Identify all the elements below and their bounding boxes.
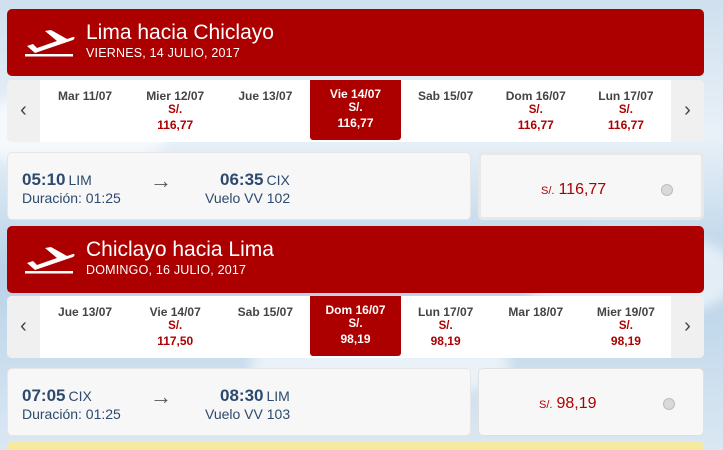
chevron-right-icon[interactable]: › xyxy=(671,296,704,358)
day-price: 116,77 xyxy=(157,118,194,132)
day-label: Vie 14/07 xyxy=(329,87,382,101)
day-option[interactable]: Mier 19/07 S/. 98,19 xyxy=(581,296,671,358)
departure: 05:10 LIM xyxy=(22,170,92,190)
arrival-code: CIX xyxy=(266,172,290,188)
fare-value: 98,19 xyxy=(556,395,597,412)
fare-radio[interactable] xyxy=(661,184,673,196)
day-currency: S/. xyxy=(168,104,183,116)
departure-time: 05:10 xyxy=(22,170,66,189)
outbound-flight-card[interactable]: 05:10 LIM Duración: 01:25 → 06:35 CIX Vuel… xyxy=(7,152,471,220)
arrow-right-icon: → xyxy=(150,168,172,193)
day-label: Sab 15/07 xyxy=(417,89,474,103)
flight-number: Vuelo VV 103 xyxy=(205,406,291,422)
arrival: 06:35 CIX xyxy=(220,170,290,190)
outbound-day-list: Mar 11/07 Mier 12/07 S/. 116,77 Jue 13/0… xyxy=(40,80,671,142)
day-option[interactable]: Sab 15/07 xyxy=(401,80,491,142)
day-currency: S/. xyxy=(618,104,633,116)
chevron-left-icon[interactable]: ‹ xyxy=(7,296,40,358)
day-currency: S/. xyxy=(528,104,543,116)
flight-duration: Duración: 01:25 xyxy=(22,406,121,422)
arrival-time: 08:30 xyxy=(220,386,264,405)
day-currency: S/. xyxy=(618,320,633,332)
day-label: Mier 12/07 xyxy=(146,89,205,103)
fare-currency: S/. xyxy=(541,185,555,197)
day-option[interactable]: Dom 16/07 S/. 116,77 xyxy=(491,80,581,142)
return-date-selector: ‹ Jue 13/07 Vie 14/07 S/. 117,50 Sab 15/… xyxy=(7,296,704,358)
departure-time: 07:05 xyxy=(22,386,66,405)
return-fare-option[interactable]: S/. 98,19 xyxy=(478,368,704,436)
day-option[interactable]: Sab 15/07 xyxy=(220,296,310,358)
day-option[interactable]: Jue 13/07 xyxy=(40,296,130,358)
day-label: Sab 15/07 xyxy=(237,305,294,319)
arrow-right-icon: → xyxy=(150,384,172,409)
day-label: Mier 19/07 xyxy=(596,305,655,319)
route-date: VIERNES, 14 JULIO, 2017 xyxy=(86,46,240,60)
day-option[interactable]: Lun 17/07 S/. 116,77 xyxy=(581,80,671,142)
day-price: 98,19 xyxy=(610,334,641,348)
day-currency: S/. xyxy=(168,320,183,332)
flight-duration: Duración: 01:25 xyxy=(22,190,121,206)
day-option[interactable]: Jue 13/07 xyxy=(220,80,310,142)
fare-value: 116,77 xyxy=(558,181,607,198)
outbound-fare-option[interactable]: S/. 116,77 xyxy=(478,152,704,220)
route-title: Lima hacia Chiclayo xyxy=(86,21,274,44)
day-currency: S/. xyxy=(348,102,363,114)
route-title: Chiclayo hacia Lima xyxy=(86,238,274,261)
fare-radio[interactable] xyxy=(663,398,675,410)
route-date: DOMINGO, 16 JULIO, 2017 xyxy=(86,263,247,277)
day-option[interactable]: Mar 11/07 xyxy=(40,80,130,142)
return-day-list: Jue 13/07 Vie 14/07 S/. 117,50 Sab 15/07… xyxy=(40,296,671,358)
notice-banner xyxy=(7,442,704,450)
day-label: Lun 17/07 xyxy=(598,89,654,103)
fare-amount: S/. 116,77 xyxy=(541,181,606,199)
day-label: Dom 16/07 xyxy=(325,303,386,317)
day-price: 116,77 xyxy=(607,118,644,132)
outbound-date-selector: ‹ Mar 11/07 Mier 12/07 S/. 116,77 Jue 13… xyxy=(7,80,704,142)
fare-currency: S/. xyxy=(539,399,553,411)
day-label: Lun 17/07 xyxy=(417,305,474,319)
airplane-takeoff-icon xyxy=(25,247,75,274)
day-option-selected[interactable]: Vie 14/07 S/. 116,77 xyxy=(310,80,401,140)
day-price: 116,77 xyxy=(517,118,554,132)
return-flight-card[interactable]: 07:05 CIX Duración: 01:25 → 08:30 LIM Vuel… xyxy=(7,368,471,436)
day-label: Mar 18/07 xyxy=(508,305,564,319)
day-currency: S/. xyxy=(348,318,363,330)
day-label: Jue 13/07 xyxy=(58,305,113,319)
return-header: Chiclayo hacia Lima DOMINGO, 16 JULIO, 2… xyxy=(7,226,704,293)
day-label: Jue 13/07 xyxy=(238,89,293,103)
day-option[interactable]: Vie 14/07 S/. 117,50 xyxy=(130,296,220,358)
airplane-takeoff-icon xyxy=(25,30,75,57)
day-price: 98,19 xyxy=(340,332,371,346)
flight-number: Vuelo VV 102 xyxy=(205,190,291,206)
fare-amount: S/. 98,19 xyxy=(539,395,597,413)
day-price: 117,50 xyxy=(157,334,194,348)
departure-code: LIM xyxy=(68,172,92,188)
day-option-selected[interactable]: Dom 16/07 S/. 98,19 xyxy=(310,296,401,356)
day-option[interactable]: Lun 17/07 S/. 98,19 xyxy=(401,296,491,358)
arrival-code: LIM xyxy=(266,388,290,404)
day-currency: S/. xyxy=(438,320,453,332)
chevron-right-icon[interactable]: › xyxy=(671,80,704,142)
departure: 07:05 CIX xyxy=(22,386,92,406)
day-price: 98,19 xyxy=(430,334,461,348)
arrival-time: 06:35 xyxy=(220,170,264,189)
chevron-left-icon[interactable]: ‹ xyxy=(7,80,40,142)
departure-code: CIX xyxy=(68,388,92,404)
day-price: 116,77 xyxy=(337,116,374,130)
day-option[interactable]: Mar 18/07 xyxy=(491,296,581,358)
day-label: Mar 11/07 xyxy=(58,89,113,103)
day-label: Dom 16/07 xyxy=(505,89,566,103)
day-label: Vie 14/07 xyxy=(149,305,201,319)
outbound-header: Lima hacia Chiclayo VIERNES, 14 JULIO, 2… xyxy=(7,9,704,76)
day-option[interactable]: Mier 12/07 S/. 116,77 xyxy=(130,80,220,142)
arrival: 08:30 LIM xyxy=(220,386,290,406)
